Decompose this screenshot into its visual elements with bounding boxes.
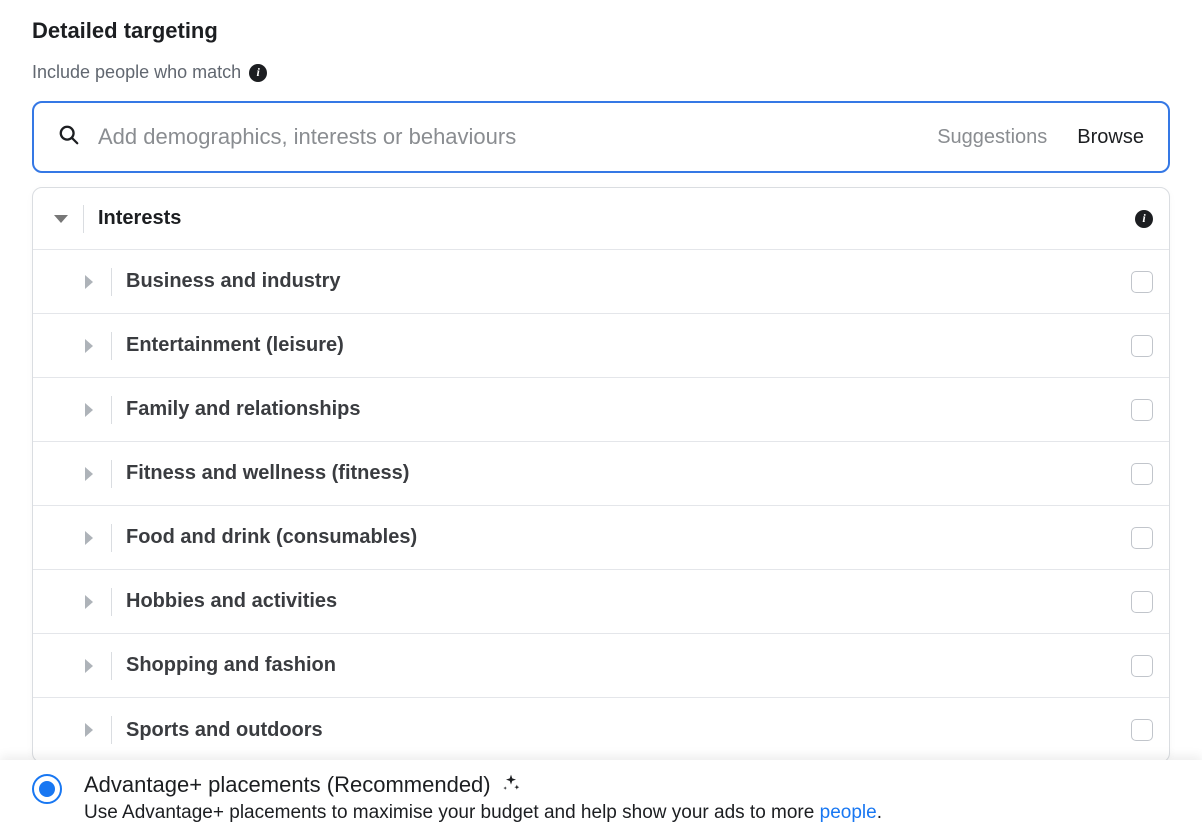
separator	[111, 588, 112, 616]
people-link[interactable]: people	[820, 802, 877, 823]
interests-info-icon[interactable]: i	[1135, 210, 1153, 228]
separator	[111, 396, 112, 424]
category-row[interactable]: Family and relationships	[33, 378, 1169, 442]
expand-icon[interactable]	[73, 659, 105, 673]
separator	[111, 460, 112, 488]
placements-section: Advantage+ placements (Recommended) Use …	[0, 760, 1202, 830]
chevron-right-icon	[85, 659, 93, 673]
category-label: Business and industry	[126, 270, 1131, 293]
placements-description: Use Advantage+ placements to maximise yo…	[84, 802, 1170, 824]
category-row[interactable]: Hobbies and activities	[33, 570, 1169, 634]
section-title: Detailed targeting	[32, 18, 1170, 44]
chevron-right-icon	[85, 275, 93, 289]
category-checkbox[interactable]	[1131, 527, 1153, 549]
category-row[interactable]: Food and drink (consumables)	[33, 506, 1169, 570]
expand-icon[interactable]	[73, 403, 105, 417]
radio-selected-icon	[39, 781, 55, 797]
category-row[interactable]: Fitness and wellness (fitness)	[33, 442, 1169, 506]
collapse-icon[interactable]	[45, 215, 77, 223]
targeting-search-input[interactable]	[98, 124, 919, 150]
browse-link[interactable]: Browse	[1077, 126, 1144, 149]
category-checkbox[interactable]	[1131, 271, 1153, 293]
separator	[111, 268, 112, 296]
advantage-placements-radio[interactable]	[32, 774, 62, 804]
separator	[83, 205, 84, 233]
expand-icon[interactable]	[73, 595, 105, 609]
category-checkbox[interactable]	[1131, 463, 1153, 485]
expand-icon[interactable]	[73, 275, 105, 289]
category-label: Hobbies and activities	[126, 590, 1131, 613]
suggestions-link[interactable]: Suggestions	[937, 126, 1047, 149]
category-label: Sports and outdoors	[126, 719, 1131, 742]
category-checkbox[interactable]	[1131, 399, 1153, 421]
separator	[111, 716, 112, 744]
category-checkbox[interactable]	[1131, 591, 1153, 613]
interests-header-row[interactable]: Interests i	[33, 188, 1169, 250]
separator	[111, 332, 112, 360]
expand-icon[interactable]	[73, 467, 105, 481]
category-label: Entertainment (leisure)	[126, 334, 1131, 357]
chevron-right-icon	[85, 403, 93, 417]
targeting-search-box[interactable]: Suggestions Browse	[32, 101, 1170, 173]
interests-header-label: Interests	[98, 207, 1135, 230]
search-icon	[58, 124, 80, 151]
category-row[interactable]: Shopping and fashion	[33, 634, 1169, 698]
placements-title: Advantage+ placements (Recommended)	[84, 772, 491, 798]
interests-list: Business and industry Entertainment (lei…	[33, 250, 1169, 762]
category-checkbox[interactable]	[1131, 655, 1153, 677]
chevron-down-icon	[54, 215, 68, 223]
chevron-right-icon	[85, 467, 93, 481]
category-label: Shopping and fashion	[126, 654, 1131, 677]
sparkle-icon	[501, 773, 521, 798]
expand-icon[interactable]	[73, 723, 105, 737]
separator	[111, 524, 112, 552]
expand-icon[interactable]	[73, 531, 105, 545]
interests-panel: Interests i Business and industry Entert…	[32, 187, 1170, 763]
separator	[111, 652, 112, 680]
category-row[interactable]: Sports and outdoors	[33, 698, 1169, 762]
category-label: Food and drink (consumables)	[126, 526, 1131, 549]
category-label: Family and relationships	[126, 398, 1131, 421]
category-label: Fitness and wellness (fitness)	[126, 462, 1131, 485]
chevron-right-icon	[85, 595, 93, 609]
category-row[interactable]: Business and industry	[33, 250, 1169, 314]
category-row[interactable]: Entertainment (leisure)	[33, 314, 1169, 378]
category-checkbox[interactable]	[1131, 719, 1153, 741]
include-people-label: Include people who match	[32, 62, 241, 83]
expand-icon[interactable]	[73, 339, 105, 353]
category-checkbox[interactable]	[1131, 335, 1153, 357]
chevron-right-icon	[85, 531, 93, 545]
chevron-right-icon	[85, 339, 93, 353]
info-icon[interactable]: i	[249, 64, 267, 82]
chevron-right-icon	[85, 723, 93, 737]
